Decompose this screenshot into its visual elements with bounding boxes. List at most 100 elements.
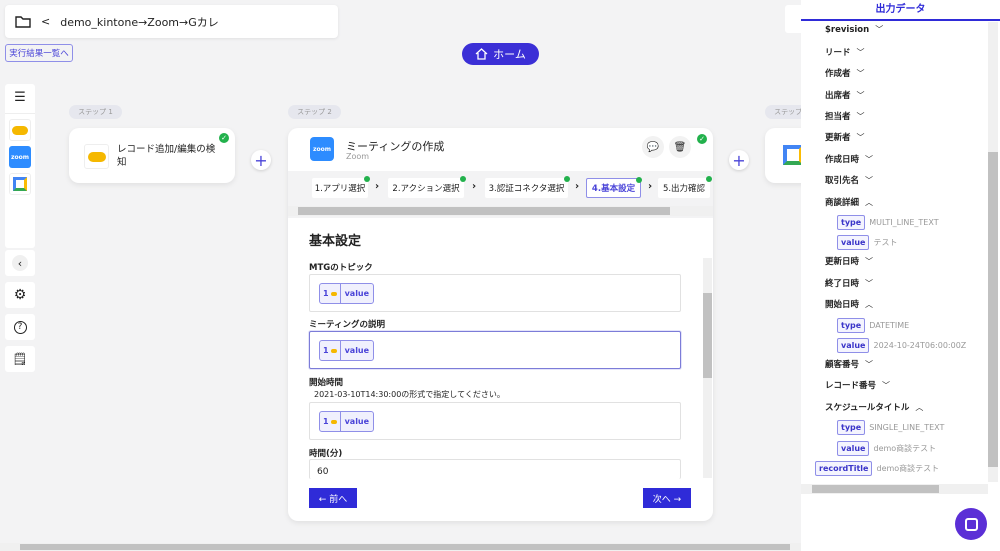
field-label: 時間(分) [309,449,343,459]
variable-chip[interactable]: 1 value [319,411,375,432]
output-field-value[interactable]: value 2024-10-24T06:00:00Z [837,338,966,353]
chevron-left-icon: ‹ [12,255,28,271]
output-item[interactable]: $revision ﹀ [825,24,883,35]
add-step-button[interactable]: + [251,150,271,170]
output-field-value[interactable]: value demo商談テスト [837,441,936,456]
output-item[interactable]: 顧客番号 ﹀ [825,358,874,371]
output-item-label: 取引先名 [825,176,860,186]
output-item[interactable]: レコード番号 ﹀ [825,379,891,392]
collapse-button[interactable]: ‹ [5,250,35,276]
start-time-input[interactable]: 1 value [309,402,681,440]
output-item[interactable]: 作成者 ﹀ [825,67,865,80]
back-button[interactable]: < [41,15,50,28]
chevron-down-icon: ﹀ [865,359,874,369]
output-item-label: 出席者 [825,91,851,101]
settings-button[interactable]: ⚙ [5,282,35,308]
output-item[interactable]: リード ﹀ [825,46,865,59]
description-input[interactable]: 1 value [309,331,681,369]
chevron-down-icon: ﹀ [865,175,874,185]
folder-icon[interactable] [15,15,31,28]
tab-connector-select[interactable]: 3.認証コネクタ選択 [485,176,570,198]
output-item-label: スケジュールタイトル [825,403,910,413]
output-item[interactable]: 商談詳細 ︿ [825,196,874,209]
home-button[interactable]: ホーム [462,43,539,65]
kintone-icon[interactable] [9,119,31,141]
key-badge[interactable]: type [837,420,866,435]
step-1-card[interactable]: レコード追加/編集の検知 ✓ [69,128,235,183]
chevron-down-icon: ﹀ [865,256,874,266]
output-item-label: 終了日時 [825,279,860,289]
key-badge[interactable]: type [837,215,866,230]
field-label: ミーティングの説明 [309,320,385,330]
delete-button[interactable]: 🗑 [669,136,691,158]
chevron-right-icon: › [575,181,580,192]
prev-button[interactable]: ← 前へ [309,488,357,508]
panel-h-scrollbar[interactable] [801,484,988,494]
comment-button[interactable]: 💬 [642,136,664,158]
output-field-type[interactable]: type SINGLE_LINE_TEXT [837,420,944,435]
help-button[interactable]: ? [5,314,35,340]
list-icon[interactable]: ☰ [14,90,26,108]
run-results-button[interactable]: 実行結果一覧へ [5,44,73,62]
output-item-label: 開始日時 [825,300,860,310]
key-badge[interactable]: recordTitle [815,461,873,476]
step-2-label: ステップ 2 [288,105,341,119]
duration-input[interactable]: 60 [309,459,681,479]
tab-action-select[interactable]: 2.アクション選択 [388,176,466,198]
output-item[interactable]: スケジュールタイトル ︿ [825,401,924,414]
output-field-type[interactable]: type MULTI_LINE_TEXT [837,215,939,230]
output-record-title[interactable]: recordTitle demo商談テスト [815,461,939,476]
chevron-up-icon: ︿ [865,197,874,207]
chevron-down-icon: ﹀ [856,111,865,121]
step-1-title: レコード追加/編集の検知 [117,144,216,168]
document-icon: 🗒 [12,352,28,366]
output-item[interactable]: 出席者 ﹀ [825,89,865,102]
variable-chip[interactable]: 1 value [319,283,375,304]
field-value: demo商談テスト [873,444,937,453]
next-button[interactable]: 次へ → [643,488,691,508]
form-scrollbar[interactable] [703,258,712,478]
output-item[interactable]: 終了日時 ﹀ [825,277,873,290]
chevron-down-icon: ﹀ [882,380,891,390]
output-item-label: 作成者 [825,69,851,79]
output-item[interactable]: 更新者 ﹀ [825,131,865,144]
docs-button[interactable]: 🗒 [5,346,35,372]
key-badge[interactable]: type [837,318,866,333]
variable-chip[interactable]: 1 value [319,340,375,361]
canvas-scrollbar[interactable] [0,543,801,551]
tab-basic-settings[interactable]: 4.基本設定 [586,177,642,198]
workflow-header: < demo_kintone→Zoom→Gカレ [5,5,338,38]
key-badge[interactable]: value [837,441,870,456]
add-step-button[interactable]: + [729,150,749,170]
check-icon: ✓ [697,134,707,144]
google-calendar-icon [783,145,803,165]
zoom-icon[interactable]: zoom [9,146,31,168]
output-item-label: レコード番号 [825,381,877,391]
tabs-scrollbar[interactable] [288,206,713,216]
google-calendar-icon[interactable] [9,173,31,195]
output-field-value[interactable]: value テスト [837,235,897,250]
output-item-label: 商談詳細 [825,198,860,208]
chevron-right-icon: › [648,181,653,192]
chevron-down-icon: ﹀ [856,90,865,100]
chevron-up-icon: ︿ [915,402,924,412]
panel-scrollbar[interactable] [988,22,998,482]
tab-app-select[interactable]: 1.アプリ選択 [312,176,370,198]
tab-output-check[interactable]: 5.出力確認 [658,176,712,198]
output-item-label: 作成日時 [825,155,860,165]
output-item[interactable]: 担当者 ﹀ [825,110,865,123]
chevron-right-icon: › [375,181,380,192]
output-item[interactable]: 開始日時 ︿ [825,298,873,311]
output-item[interactable]: 更新日時 ﹀ [825,255,874,268]
output-item[interactable]: 取引先名 ﹀ [825,174,874,187]
topic-input[interactable]: 1 value [309,274,681,312]
key-badge[interactable]: value [837,338,870,353]
output-field-type[interactable]: type DATETIME [837,318,909,333]
field-label: MTGのトピック [309,263,373,273]
key-badge[interactable]: value [837,235,870,250]
chat-button[interactable] [955,508,987,540]
output-data-panel: 出力データ $revision ﹀ リード ﹀ 作成者 ﹀ 出席者 ﹀ 担当者 ﹀ 更新者 ﹀ 作成日時… [801,0,1000,551]
workflow-title: demo_kintone→Zoom→Gカレ [60,15,219,29]
field-value: DATETIME [869,321,910,330]
output-item[interactable]: 作成日時 ﹀ [825,153,873,166]
